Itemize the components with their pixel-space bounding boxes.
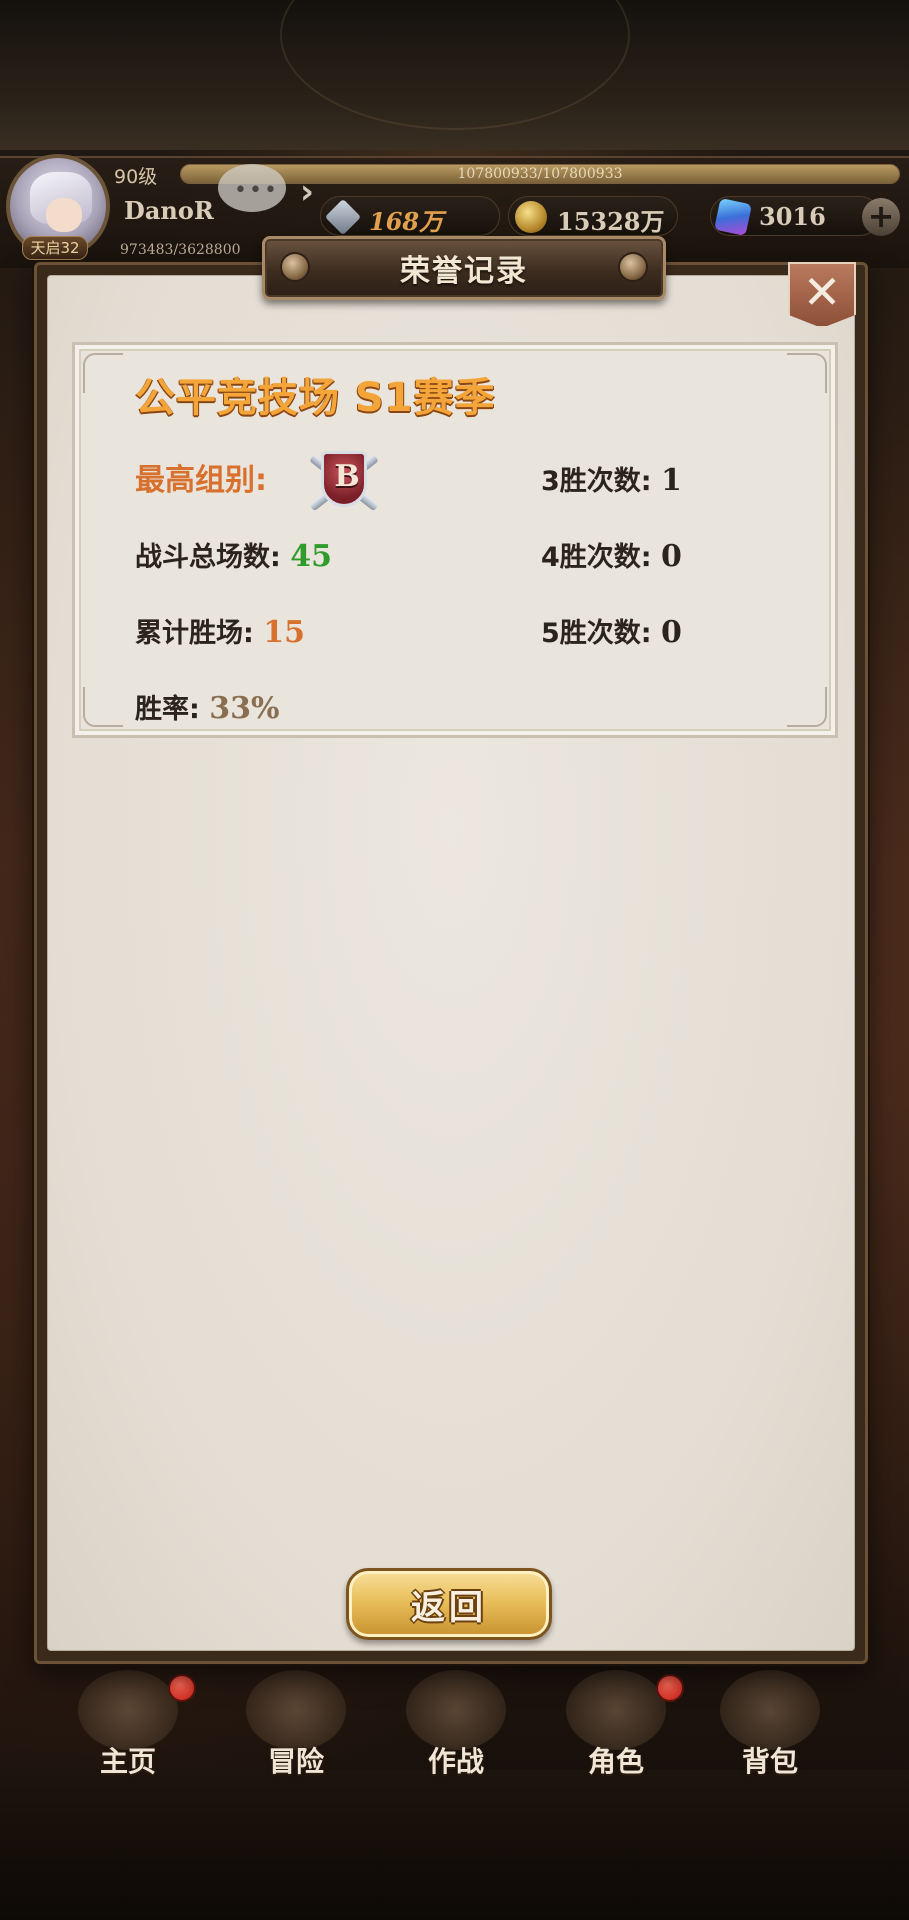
- power-display: 168万: [320, 196, 500, 236]
- gold-value: 15328万: [557, 207, 665, 236]
- dialog-title-plate: 荣誉记录: [262, 236, 666, 300]
- five-wins-value: 0: [661, 615, 682, 650]
- nav-footer: [0, 1770, 909, 1920]
- corner-ornament: [787, 687, 827, 727]
- backpack-icon: [720, 1670, 820, 1750]
- four-wins-value: 0: [661, 539, 682, 574]
- three-wins-stat: 3胜次数: 1: [541, 459, 682, 498]
- nav-label: 作战: [427, 1745, 484, 1778]
- rank-b-badge-icon: B: [301, 445, 387, 521]
- total-battles-stat: 战斗总场数: 45: [135, 535, 332, 574]
- season-title: 公平竞技场 S1赛季: [135, 375, 496, 421]
- season-record-card: 公平竞技场 S1赛季 最高组别: B 战斗总场数: 45 累计胜场: 15 胜率…: [72, 342, 838, 738]
- corner-ornament: [83, 353, 123, 393]
- add-gems-button[interactable]: +: [862, 198, 900, 236]
- gem-value: 3016: [759, 202, 826, 231]
- magic-circle-decoration: [280, 0, 630, 130]
- close-button[interactable]: ✕: [788, 262, 856, 328]
- corner-ornament: [787, 353, 827, 393]
- player-name: DanoR: [124, 196, 214, 225]
- nav-battle[interactable]: 作战: [386, 1670, 526, 1780]
- notification-dot: [656, 1674, 684, 1702]
- character-icon: [566, 1670, 666, 1750]
- adventure-icon: [246, 1670, 346, 1750]
- sword-icon: [324, 198, 362, 236]
- notification-dot: [168, 1674, 196, 1702]
- nav-label: 主页: [99, 1745, 156, 1778]
- win-rate-label: 胜率:: [135, 694, 200, 725]
- total-battles-value: 45: [290, 539, 332, 574]
- win-rate-value: 33%: [209, 691, 280, 726]
- exp-text: 973483/3628800: [120, 242, 241, 258]
- avatar-title-badge: 天启32: [22, 236, 88, 260]
- rank-letter: B: [334, 459, 360, 494]
- nav-label: 角色: [587, 1745, 644, 1778]
- gem-icon: [714, 198, 752, 236]
- return-button-label: 返回: [411, 1588, 487, 1628]
- player-level: 90级: [114, 166, 158, 188]
- win-rate-stat: 胜率: 33%: [135, 687, 279, 726]
- dialog-title: 荣誉记录: [400, 254, 528, 289]
- highest-group-label: 最高组别:: [135, 463, 267, 498]
- nav-label: 冒险: [267, 1745, 324, 1778]
- return-button[interactable]: 返回: [346, 1568, 552, 1640]
- total-wins-label: 累计胜场:: [135, 618, 254, 649]
- five-wins-label: 5胜次数:: [541, 618, 652, 649]
- five-wins-stat: 5胜次数: 0: [541, 611, 682, 650]
- chat-dots-icon: •••: [234, 178, 279, 203]
- chevron-right-icon[interactable]: ›: [300, 172, 314, 212]
- four-wins-label: 4胜次数:: [541, 542, 652, 573]
- bottom-nav: 主页 冒险 作战 角色 背包: [0, 1660, 909, 1780]
- home-icon: [78, 1670, 178, 1750]
- battle-icon: [406, 1670, 506, 1750]
- three-wins-value: 1: [661, 463, 682, 498]
- total-wins-value: 15: [263, 615, 305, 650]
- gem-display: 3016: [710, 196, 880, 236]
- total-wins-stat: 累计胜场: 15: [135, 611, 305, 650]
- chat-button[interactable]: •••: [218, 164, 290, 222]
- avatar-face: [46, 198, 82, 232]
- nav-backpack[interactable]: 背包: [700, 1670, 840, 1780]
- four-wins-stat: 4胜次数: 0: [541, 535, 682, 574]
- gold-display: 15328万: [508, 196, 678, 236]
- nav-home[interactable]: 主页: [58, 1670, 198, 1780]
- nav-label: 背包: [741, 1745, 798, 1778]
- power-value: 168万: [369, 207, 444, 236]
- nav-character[interactable]: 角色: [546, 1670, 686, 1780]
- three-wins-label: 3胜次数:: [541, 466, 652, 497]
- total-battles-label: 战斗总场数:: [135, 542, 281, 573]
- top-banner: [0, 0, 909, 150]
- corner-ornament: [83, 687, 123, 727]
- nav-adventure[interactable]: 冒险: [226, 1670, 366, 1780]
- close-icon: ✕: [802, 265, 842, 319]
- gold-coin-icon: [515, 201, 547, 233]
